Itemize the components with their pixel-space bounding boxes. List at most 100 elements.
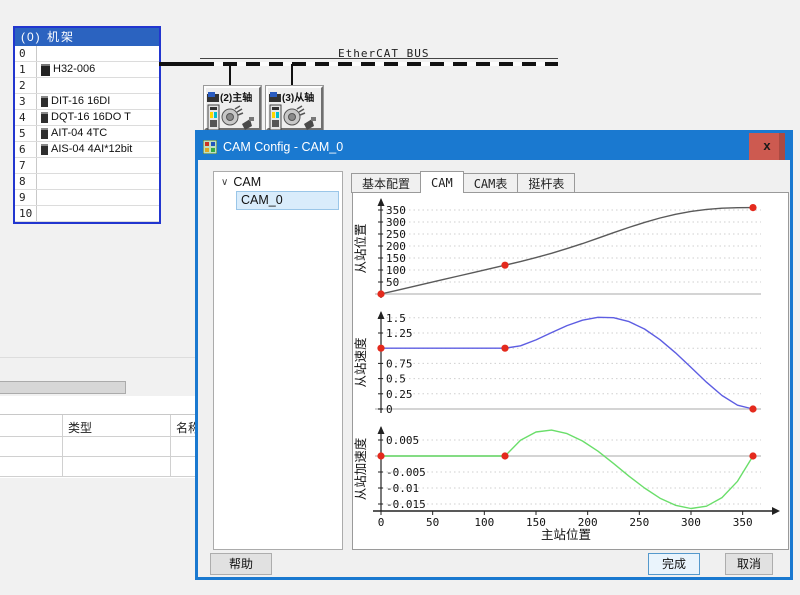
svg-text:250: 250 [629,516,649,529]
finish-button[interactable]: 完成 [648,553,700,575]
collapsed-panel-tab[interactable] [0,381,126,394]
rack-slot-number: 7 [15,158,37,173]
dialog-tabstrip: 基本配置CAMCAM表挺杆表 [351,171,574,193]
rack-slot-number: 10 [15,206,37,221]
rack-row[interactable]: 3DIT-16 16DI [15,94,159,110]
node-label: (3)从轴 [282,89,314,104]
tab-CAM表[interactable]: CAM表 [463,173,519,193]
velocity-chart[interactable]: 00.250.50.751.251.5从站速度 [353,309,790,419]
acceleration-chart[interactable]: 0.005-0.005-0.01-0.015050100150200250300… [353,421,790,547]
rack-row[interactable]: 9 [15,190,159,206]
rack-row[interactable]: 2 [15,78,159,94]
rack-slot-module: AIT-04 4TC [37,126,159,141]
svg-text:-0.015: -0.015 [386,498,426,511]
rack-slot-module: DQT-16 16DO T [37,110,159,125]
rack-slot-module [37,174,159,189]
module-icon [41,112,48,123]
close-button-edge [779,133,785,160]
svg-text:100: 100 [474,516,494,529]
close-button[interactable]: x [749,133,785,160]
device-icon [269,92,281,102]
rack-slot-number: 9 [15,190,37,205]
ethercat-bus-line [200,62,558,66]
svg-text:-0.01: -0.01 [386,482,419,495]
bus-drop-line-1 [229,64,231,86]
tab-挺杆表[interactable]: 挺杆表 [517,173,575,193]
module-icon [41,144,48,155]
device-icon [207,92,219,102]
rack-slot-number: 5 [15,126,37,141]
svg-text:100: 100 [386,264,406,277]
rack-row[interactable]: 8 [15,174,159,190]
cam-chart-panel: 50100150200250300350从站位置 00.250.50.751.2… [352,192,789,550]
rack-slot-number: 4 [15,110,37,125]
rack-row[interactable]: 0 [15,46,159,62]
rack-slot-number: 1 [15,62,37,77]
bus-node-master-axis[interactable]: (2)主轴 [204,86,261,130]
chevron-down-icon: ∨ [221,177,228,188]
svg-text:300: 300 [386,216,406,229]
ethercat-bus-line-top [200,58,558,59]
module-icon [41,64,50,76]
rack-slot-module [37,78,159,93]
dialog-titlebar[interactable]: CAM Config - CAM_0 [198,133,790,160]
svg-text:0.5: 0.5 [386,373,406,386]
svg-text:1.5: 1.5 [386,312,406,325]
svg-text:0: 0 [378,516,385,529]
tree-root-label: CAM [233,175,261,189]
rack-slot-module [37,190,159,205]
rack-slot-number: 6 [15,142,37,157]
position-chart[interactable]: 50100150200250300350从站位置 [353,195,790,307]
svg-text:主站位置: 主站位置 [541,527,591,542]
help-button[interactable]: 帮助 [210,553,272,575]
svg-text:50: 50 [426,516,439,529]
dialog-title: CAM Config - CAM_0 [223,140,343,154]
svg-text:从站加速度: 从站加速度 [353,437,368,500]
svg-text:150: 150 [386,252,406,265]
tree-item-cam0[interactable]: CAM_0 [236,191,339,210]
column-header: 类型 [63,415,171,436]
svg-text:200: 200 [386,240,406,253]
module-icon [41,96,48,107]
rack-row[interactable]: 6AIS-04 4AI*12bit [15,142,159,158]
rack-row[interactable]: 1H32-006 [15,62,159,78]
rack-table: (0) 机架 01H32-00623DIT-16 16DI4DQT-16 16D… [13,26,161,224]
svg-text:0.005: 0.005 [386,434,419,447]
bus-node-slave-axis[interactable]: (3)从轴 [266,86,323,130]
svg-text:350: 350 [733,516,753,529]
tree-item-label: CAM_0 [241,193,283,207]
rack-slot-module: AIS-04 4AI*12bit [37,142,159,157]
svg-text:0: 0 [386,403,393,416]
cam-tree-panel: ∨ CAM CAM_0 [213,171,343,550]
svg-text:从站位置: 从站位置 [353,223,368,273]
close-icon: x [763,138,770,153]
cam-dialog-icon [203,140,217,154]
svg-text:从站速度: 从站速度 [353,337,368,388]
rack-slot-number: 8 [15,174,37,189]
rack-header: (0) 机架 [15,28,159,46]
bus-drop-line-2 [291,64,293,86]
cam-config-dialog: CAM Config - CAM_0 x ∨ CAM CAM_0 基本配置CAM… [195,130,793,580]
rack-slot-module [37,46,159,61]
rack-slot-module [37,158,159,173]
tab-基本配置[interactable]: 基本配置 [351,173,421,193]
rack-row[interactable]: 10 [15,206,159,222]
rack-row[interactable]: 5AIT-04 4TC [15,126,159,142]
column-header [0,415,63,436]
rack-row[interactable]: 7 [15,158,159,174]
cancel-button[interactable]: 取消 [725,553,773,575]
rack-slot-module: DIT-16 16DI [37,94,159,109]
svg-text:0.25: 0.25 [386,388,413,401]
svg-text:350: 350 [386,204,406,217]
rack-slot-number: 0 [15,46,37,61]
svg-text:1.25: 1.25 [386,327,413,340]
rack-slot-module [37,206,159,221]
tree-item-cam[interactable]: ∨ CAM [214,172,342,191]
rack-slot-number: 2 [15,78,37,93]
svg-text:-0.005: -0.005 [386,466,426,479]
canvas-divider [0,357,195,358]
rack-rows: 01H32-00623DIT-16 16DI4DQT-16 16DO T5AIT… [15,46,159,222]
tab-CAM[interactable]: CAM [420,171,464,193]
svg-text:250: 250 [386,228,406,241]
rack-row[interactable]: 4DQT-16 16DO T [15,110,159,126]
